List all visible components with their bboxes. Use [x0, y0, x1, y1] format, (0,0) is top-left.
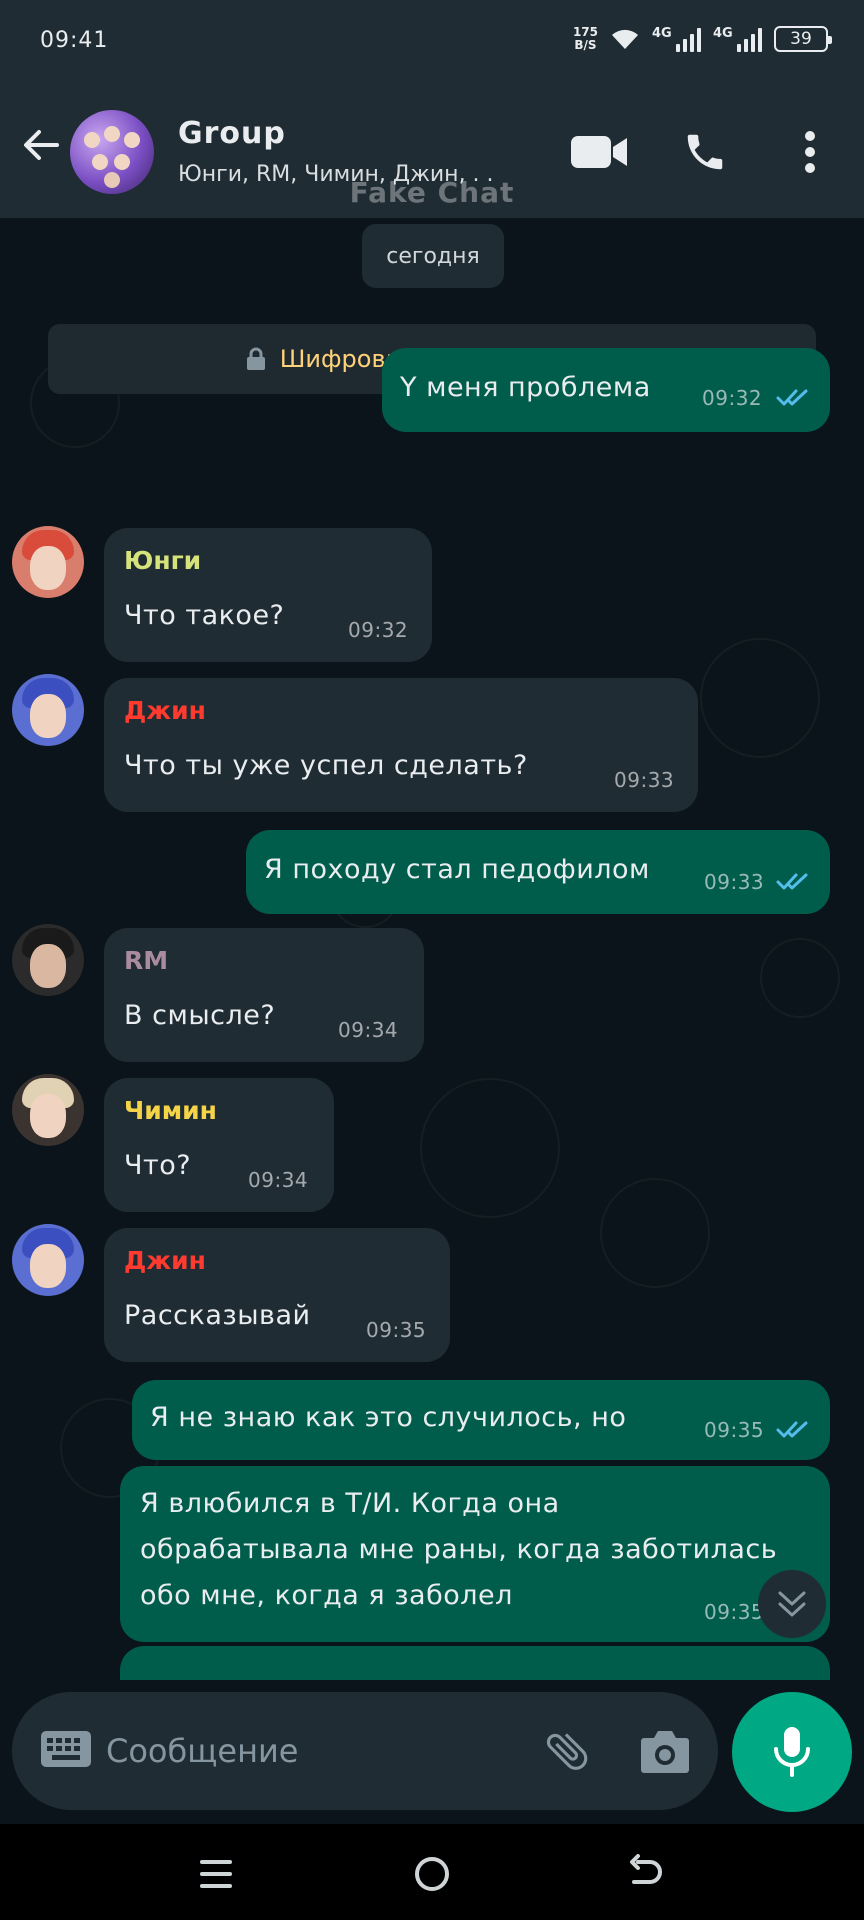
back-nav-button[interactable]: [616, 1844, 676, 1904]
message-text: Что?: [124, 1150, 192, 1181]
scroll-to-bottom-button[interactable]: [758, 1570, 826, 1638]
lock-icon: [246, 347, 265, 370]
group-title[interactable]: Group: [178, 116, 286, 151]
network-speed: 175 B/S: [573, 26, 598, 52]
message-text: Я походу стал педофилом: [264, 854, 650, 885]
message-bubble[interactable]: Y меня проблема 09:32: [382, 348, 830, 432]
message-time: 09:33: [614, 768, 675, 792]
message-bubble[interactable]: Юнги Что такое? 09:32: [104, 528, 432, 662]
more-vert-icon: [805, 131, 815, 173]
phone-icon: [687, 134, 723, 170]
message-sender: Юнги: [124, 546, 202, 575]
date-chip: сегодня: [362, 224, 504, 288]
camera-icon[interactable]: [640, 1728, 690, 1774]
more-options-button[interactable]: [780, 122, 840, 182]
status-time: 09:41: [40, 28, 109, 53]
battery-icon: 39: [774, 26, 832, 52]
menu-lines-icon: [200, 1860, 232, 1888]
message-time: 09:34: [248, 1168, 309, 1192]
message-sender: Джин: [124, 696, 206, 725]
message-composer: [12, 1692, 718, 1810]
back-arrow-icon: [24, 130, 59, 160]
message-text: В смысле?: [124, 1000, 276, 1031]
message-text: Рассказывай: [124, 1300, 311, 1331]
avatar-yungi[interactable]: [12, 526, 84, 598]
read-receipt-icon: [776, 389, 808, 406]
message-text: Что такое?: [124, 600, 285, 631]
message-text: Что ты уже успел сделать?: [124, 750, 528, 781]
chat-area[interactable]: сегодня Шифрование текста здесь Y меня п…: [0, 218, 864, 1680]
battery-level: 39: [790, 29, 812, 49]
back-button[interactable]: [16, 120, 66, 170]
signal-2: 4G: [713, 26, 762, 52]
mic-icon: [774, 1727, 810, 1777]
read-receipt-icon: [776, 873, 808, 890]
wifi-icon: [612, 29, 638, 49]
message-input[interactable]: [106, 1722, 436, 1780]
signal-2-label: 4G: [713, 26, 733, 41]
home-button[interactable]: [402, 1844, 462, 1904]
message-sender: RM: [124, 946, 169, 975]
message-text: Я не знаю как это случилось, но: [150, 1402, 627, 1433]
avatar-jimin[interactable]: [12, 1074, 84, 1146]
attach-icon[interactable]: [542, 1726, 592, 1776]
home-circle-icon: [415, 1857, 449, 1891]
message-time: 09:35: [366, 1318, 427, 1342]
read-receipt-icon: [776, 1421, 808, 1438]
avatar-jin[interactable]: [12, 1224, 84, 1296]
voice-call-button[interactable]: [675, 122, 735, 182]
double-chevron-down-icon: [778, 1591, 806, 1617]
message-sender: Чимин: [124, 1096, 217, 1125]
recent-apps-button[interactable]: [186, 1844, 246, 1904]
message-bubble[interactable]: Я влюбился в Т/И. Когда она обрабатывала…: [120, 1466, 830, 1642]
keyboard-icon[interactable]: [40, 1730, 92, 1768]
message-time: 09:34: [338, 1018, 399, 1042]
avatar-rm[interactable]: [12, 924, 84, 996]
message-time: 09:33: [704, 870, 765, 894]
status-bar: 09:41 175 B/S 4G 4G 39: [0, 0, 864, 90]
signal-1: 4G: [652, 26, 701, 52]
message-bubble[interactable]: Я не знаю как это случилось, но 09:35: [132, 1380, 830, 1460]
watermark: Fake Chat: [349, 176, 515, 209]
message-time: 09:35: [704, 1600, 765, 1624]
message-time: 09:32: [702, 386, 763, 410]
message-sender: Джин: [124, 1246, 206, 1275]
voice-record-button[interactable]: [732, 1692, 852, 1812]
status-icons: 175 B/S 4G 4G 39: [573, 26, 832, 52]
message-bubble[interactable]: Джин Рассказывай 09:35: [104, 1228, 450, 1362]
video-call-icon: [571, 136, 627, 168]
signal-1-label: 4G: [652, 26, 672, 41]
message-bubble[interactable]: Джин Что ты уже успел сделать? 09:33: [104, 678, 698, 812]
message-bubble[interactable]: RM В смысле? 09:34: [104, 928, 424, 1062]
network-speed-unit: B/S: [574, 38, 597, 52]
system-nav-bar: [0, 1824, 864, 1920]
message-bubble[interactable]: Я походу стал педофилом 09:33: [246, 830, 830, 914]
message-bubble-partial[interactable]: [120, 1646, 830, 1680]
message-time: 09:35: [704, 1418, 765, 1442]
video-call-button[interactable]: [570, 122, 630, 182]
back-nav-icon: [630, 1854, 662, 1884]
whatsapp-chat-screen: 09:41 175 B/S 4G 4G 39 Group Юнги, RM, Ч…: [0, 0, 864, 1920]
message-bubble[interactable]: Чимин Что? 09:34: [104, 1078, 334, 1212]
message-text: Y меня проблема: [400, 372, 651, 403]
message-text-line: обо мне, когда я заболел: [140, 1580, 513, 1611]
message-text-line: Я влюбился в Т/И. Когда она: [140, 1488, 560, 1519]
avatar-jin[interactable]: [12, 674, 84, 746]
message-text-line: обрабатывала мне раны, когда заботилась: [140, 1534, 778, 1565]
message-time: 09:32: [348, 618, 409, 642]
